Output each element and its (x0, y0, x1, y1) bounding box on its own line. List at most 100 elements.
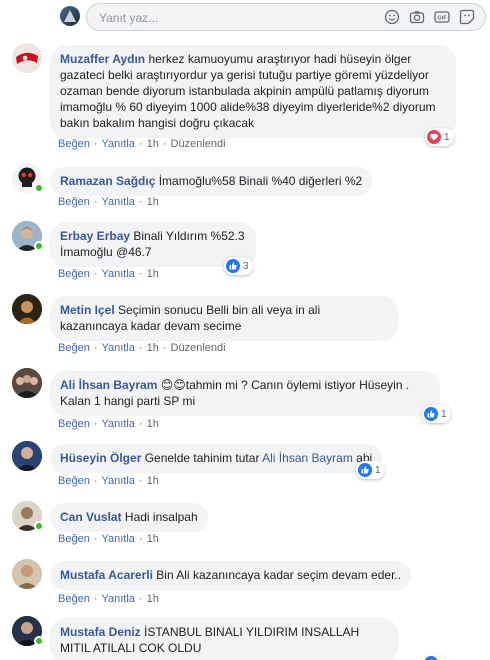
comment-item: Mustafa Acarerli Bin Ali kazanıncaya kad… (0, 555, 490, 607)
comment-author[interactable]: Mustafa Deniz (60, 625, 141, 639)
reply-button[interactable]: Yanıtla (101, 475, 134, 487)
comment-text: Hadi insalpah (124, 510, 198, 524)
like-button[interactable]: Beğen (58, 342, 90, 354)
avatar[interactable] (12, 43, 42, 73)
comment-author[interactable]: Can Vuslat (60, 510, 122, 524)
edited-label[interactable]: Düzenlendi (171, 342, 226, 354)
timestamp[interactable]: 1h (147, 268, 159, 280)
timestamp[interactable]: 1h (147, 418, 159, 430)
comment-text: İmamoğlu%58 Binali %40 diğerleri %2 (158, 174, 363, 188)
like-button[interactable]: Beğen (58, 268, 90, 280)
reply-button[interactable]: Yanıtla (101, 196, 134, 208)
comment-emoji: 😊😊 (160, 378, 186, 392)
like-icon (226, 259, 240, 273)
timestamp[interactable]: 1h (147, 342, 159, 354)
comment-actions: Beğen · Yanıtla · 1h · Düzenlendi (58, 342, 226, 354)
reaction-badge[interactable]: 3 (224, 257, 253, 275)
reply-button[interactable]: Yanıtla (101, 138, 134, 150)
camera-icon[interactable] (409, 9, 425, 25)
comment-actions: Beğen · Yanıtla · 1h (58, 593, 159, 605)
like-icon (358, 463, 372, 477)
edited-label[interactable]: Düzenlendi (171, 138, 226, 150)
like-button[interactable]: Beğen (58, 593, 90, 605)
comment-bubble: Hüseyin Ölger Genelde tahinim tutar Ali … (50, 444, 383, 473)
emoji-icon[interactable] (384, 9, 400, 25)
online-indicator (34, 636, 44, 646)
like-button[interactable]: Beğen (58, 196, 90, 208)
reaction-badge[interactable]: 1 (356, 461, 385, 479)
comment-item: Ramazan Sağdıç İmamoğlu%58 Binali %40 di… (0, 160, 490, 212)
comment-actions: Beğen · Yanıtla · 1h (58, 475, 159, 487)
comment-bubble: Muzaffer Aydın herkez kamuoyumu araştırı… (50, 45, 456, 138)
reaction-count: 1 (444, 131, 450, 143)
gif-icon[interactable]: GIF (434, 9, 450, 25)
reply-input[interactable]: Yanıt yaz... GIF (86, 3, 486, 31)
comment-item: Mustafa Deniz İSTANBUL BINALI YILDIRIM I… (0, 612, 490, 660)
online-indicator (34, 521, 44, 531)
like-icon (424, 407, 438, 421)
reply-button[interactable]: Yanıtla (101, 533, 134, 545)
comment-item: Can Vuslat Hadi insalpah Beğen · Yanıtla · 1… (0, 497, 490, 547)
comment-actions: Beğen · Yanıtla · 1h (58, 533, 159, 545)
online-indicator (34, 241, 44, 251)
avatar[interactable] (12, 441, 42, 471)
reaction-count: 3 (243, 260, 249, 272)
comment-text: Bin Ali kazanıncaya kadar seçim devam ed… (156, 568, 402, 582)
reaction-count: 1 (441, 408, 447, 420)
comment-actions: Beğen · Yanıtla · 1h (58, 268, 159, 280)
comment-actions: Beğen · Yanıtla · 1h (58, 418, 159, 430)
reply-button[interactable]: Yanıtla (101, 268, 134, 280)
like-button[interactable]: Beğen (58, 138, 90, 150)
avatar[interactable] (12, 368, 42, 398)
comment-author[interactable]: Metin Içel (60, 303, 115, 317)
svg-text:GIF: GIF (437, 16, 447, 22)
comment-item: Metin Içel Seçimin sonucu Belli bin ali … (0, 290, 490, 358)
flag-avatar-icon (12, 43, 42, 73)
person-avatar-icon (12, 559, 42, 589)
reply-button[interactable]: Yanıtla (101, 593, 134, 605)
like-icon (424, 656, 438, 660)
comment-author[interactable]: Ramazan Sağdıç (60, 174, 155, 188)
mention-link[interactable]: Ali İhsan Bayram (262, 451, 353, 465)
person-avatar-icon (12, 294, 42, 324)
comment-item: Hüseyin Ölger Genelde tahinim tutar Ali … (0, 440, 490, 492)
comment-bubble: Mustafa Deniz İSTANBUL BINALI YILDIRIM I… (50, 618, 398, 660)
comment-text: Genelde tahinim tutar (144, 451, 260, 465)
comment-bubble: Mustafa Acarerli Bin Ali kazanıncaya kad… (50, 561, 412, 590)
comment-bubble: Can Vuslat Hadi insalpah (50, 503, 208, 532)
timestamp[interactable]: 1h (147, 593, 159, 605)
comment-bubble: Ali İhsan Bayram 😊😊tahmin mi ? Canın öyl… (50, 371, 440, 416)
comment-item: Muzaffer Aydın herkez kamuoyumu araştırı… (0, 40, 490, 155)
timestamp[interactable]: 1h (147, 138, 159, 150)
reaction-count: 1 (375, 464, 381, 476)
reply-toolbar: GIF (384, 9, 475, 25)
current-user-avatar[interactable] (60, 6, 80, 26)
reaction-badge[interactable]: 1 (422, 405, 451, 423)
reaction-badge[interactable]: 1 (425, 128, 454, 146)
timestamp[interactable]: 1h (147, 533, 159, 545)
like-button[interactable]: Beğen (58, 418, 90, 430)
like-button[interactable]: Beğen (58, 533, 90, 545)
comment-item: Ali İhsan Bayram 😊😊tahmin mi ? Canın öyl… (0, 365, 490, 440)
comment-author[interactable]: Erbay Erbay (60, 229, 130, 243)
sticker-icon[interactable] (459, 9, 475, 25)
comment-actions: Beğen · Yanıtla · 1h (58, 196, 159, 208)
group-avatar-icon (12, 368, 42, 398)
comment-author[interactable]: Ali İhsan Bayram (60, 378, 157, 392)
comment-item: Erbay Erbay Binali Yıldırım %52.3 İmamoğ… (0, 215, 490, 283)
comment-author[interactable]: Muzaffer Aydın (60, 52, 145, 66)
avatar[interactable] (12, 294, 42, 324)
timestamp[interactable]: 1h (147, 475, 159, 487)
timestamp[interactable]: 1h (147, 196, 159, 208)
avatar[interactable] (12, 559, 42, 589)
reply-placeholder: Yanıt yaz... (99, 11, 159, 25)
reply-button[interactable]: Yanıtla (101, 418, 134, 430)
comment-actions: Beğen · Yanıtla · 1h · Düzenlendi (58, 138, 226, 150)
love-icon (427, 130, 441, 144)
reaction-badge[interactable] (422, 654, 445, 660)
comment-author[interactable]: Mustafa Acarerli (60, 568, 153, 582)
comment-author[interactable]: Hüseyin Ölger (60, 451, 141, 465)
online-indicator (34, 183, 44, 193)
like-button[interactable]: Beğen (58, 475, 90, 487)
reply-button[interactable]: Yanıtla (101, 342, 134, 354)
